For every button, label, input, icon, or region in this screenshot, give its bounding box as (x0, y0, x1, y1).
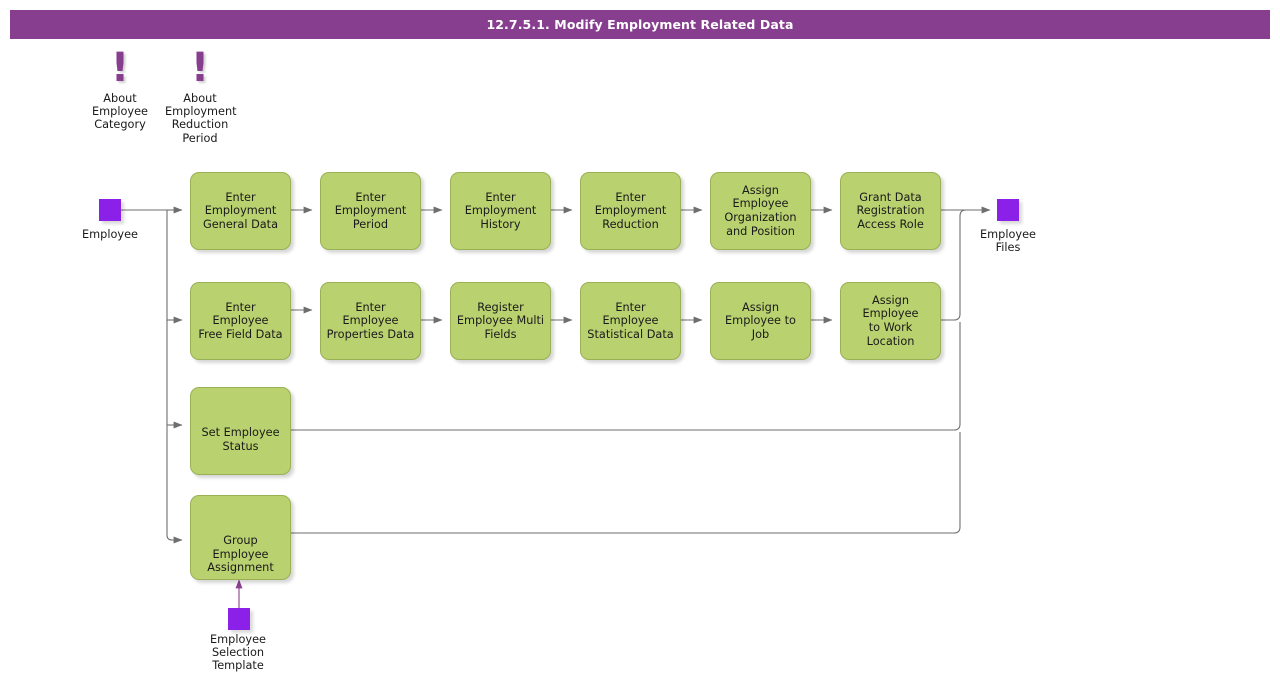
process-box-enter-employee-statistical-data[interactable]: Enter Employee Statistical Data (580, 282, 681, 360)
process-label: Assign Employee to Work Location (862, 293, 919, 348)
data-node-label-employee-selection-template: Employee Selection Template (210, 633, 266, 673)
data-node-label-employee: Employee (82, 228, 138, 241)
process-label: Enter Employment Period (334, 190, 407, 231)
process-label: Group Employee Assignment (207, 534, 274, 575)
process-label: Enter Employment History (464, 190, 537, 231)
diagram-canvas: 12.7.5.1. Modify Employment Related Data (0, 0, 1280, 683)
note-label: About Employee Category (92, 92, 148, 132)
process-box-grant-data-registration-access-role[interactable]: Grant Data Registration Access Role (840, 172, 941, 250)
process-box-enter-employment-history[interactable]: Enter Employment History (450, 172, 551, 250)
process-label: Enter Employment Reduction (594, 190, 667, 231)
data-node-label-employee-files: Employee Files (980, 228, 1036, 255)
process-label: Enter Employee Statistical Data (587, 300, 674, 341)
process-box-enter-employment-reduction[interactable]: Enter Employment Reduction (580, 172, 681, 250)
process-box-enter-employment-general-data[interactable]: Enter Employment General Data (190, 172, 291, 250)
data-object-icon-employee-selection-template[interactable] (228, 608, 250, 630)
process-box-group-employee-assignment[interactable]: Group Employee Assignment (190, 495, 291, 580)
note-label: About Employment Reduction Period (165, 92, 237, 145)
process-box-assign-employee-to-work-location[interactable]: Assign Employee to Work Location (840, 282, 941, 360)
process-box-set-employee-status[interactable]: Set Employee Status (190, 387, 291, 475)
process-label: Register Employee Multi Fields (456, 300, 545, 341)
process-label: Enter Employment General Data (202, 190, 279, 231)
process-box-enter-employee-properties-data[interactable]: Enter Employee Properties Data (320, 282, 421, 360)
process-box-assign-employee-to-job[interactable]: Assign Employee to Job (710, 282, 811, 360)
note-employment-reduction-period[interactable]: ! About Employment Reduction Period (165, 45, 237, 145)
exclamation-icon: ! (110, 45, 130, 91)
data-object-icon-employee[interactable] (99, 199, 121, 221)
process-box-assign-employee-organization-and-position[interactable]: Assign Employee Organization and Positio… (710, 172, 811, 250)
exclamation-icon: ! (190, 45, 210, 91)
process-box-enter-employment-period[interactable]: Enter Employment Period (320, 172, 421, 250)
process-box-register-employee-multi-fields[interactable]: Register Employee Multi Fields (450, 282, 551, 360)
note-employee-category[interactable]: ! About Employee Category (85, 48, 155, 132)
process-label: Set Employee Status (201, 426, 280, 453)
process-label: Grant Data Registration Access Role (856, 190, 925, 231)
process-label: Enter Employee Free Field Data (198, 300, 283, 341)
data-object-icon-employee-files[interactable] (997, 199, 1019, 221)
process-label: Assign Employee Organization and Positio… (724, 183, 797, 238)
page-title: 12.7.5.1. Modify Employment Related Data (10, 10, 1270, 39)
process-box-enter-employee-free-field-data[interactable]: Enter Employee Free Field Data (190, 282, 291, 360)
process-label: Enter Employee Properties Data (326, 300, 415, 341)
process-label: Assign Employee to Job (725, 300, 796, 341)
